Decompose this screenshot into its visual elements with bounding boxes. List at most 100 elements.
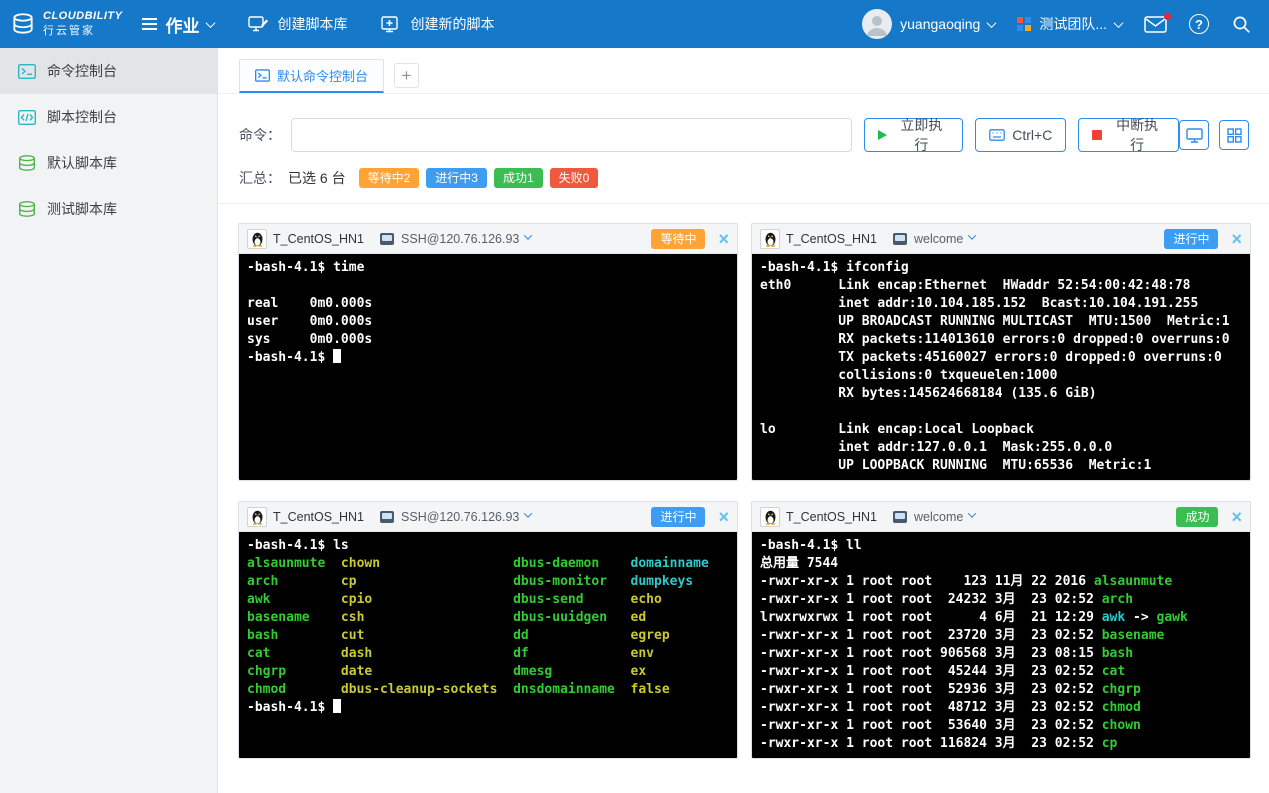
terminal-panel-header: T_CentOS_HN1 SSH@120.76.126.93 等待中 ×	[239, 224, 737, 254]
linux-penguin-icon	[760, 507, 780, 527]
terminal-screen[interactable]: -bash-4.1$ ifconfigeth0 Link encap:Ether…	[752, 254, 1250, 480]
command-console-icon	[18, 64, 36, 79]
linux-penguin-icon	[247, 507, 267, 527]
close-terminal-button[interactable]: ×	[1231, 508, 1242, 526]
search-button[interactable]	[1231, 14, 1251, 34]
session-icon	[892, 232, 908, 246]
main-content: 默认命令控制台 + 命令： 立即执行 Ctrl+C 中断执行	[219, 48, 1269, 793]
sidebar-item-label: 测试脚本库	[47, 199, 117, 219]
logo-subtitle: 行云管家	[43, 22, 122, 38]
status-badge-success: 成功1	[494, 168, 543, 188]
close-terminal-button[interactable]: ×	[718, 508, 729, 526]
chevron-down-icon	[987, 18, 997, 28]
terminal-status-badge: 等待中	[651, 229, 705, 249]
sidebar-item-test-script-library[interactable]: 测试脚本库	[0, 186, 217, 232]
interrupt-button[interactable]: 中断执行	[1078, 118, 1179, 152]
module-label: 作业	[165, 12, 199, 37]
terminal-panel: T_CentOS_HN1 SSH@120.76.126.93 等待中 × -ba…	[238, 223, 738, 481]
session-selector[interactable]: SSH@120.76.126.93	[379, 510, 531, 524]
session-selector[interactable]: welcome	[892, 232, 975, 246]
stop-icon	[1092, 130, 1102, 140]
tab-label: 默认命令控制台	[277, 66, 368, 85]
chevron-down-icon	[968, 231, 976, 239]
terminal-panel: T_CentOS_HN1 SSH@120.76.126.93 进行中 × -ba…	[238, 501, 738, 759]
summary-bar: 汇总： 已选 6 台 等待中2 进行中3 成功1 失败0	[239, 168, 1249, 188]
interrupt-label: 中断执行	[1109, 115, 1165, 155]
session-icon	[892, 510, 908, 524]
session-selector[interactable]: welcome	[892, 510, 975, 524]
team-logo-icon	[1017, 17, 1031, 31]
database-icon	[18, 155, 36, 172]
single-screen-button[interactable]	[1179, 120, 1209, 150]
sidebar-item-label: 脚本控制台	[47, 107, 117, 127]
command-input[interactable]	[291, 118, 852, 152]
tab-default-command-console[interactable]: 默认命令控制台	[239, 59, 384, 93]
create-new-script-button[interactable]: 创建新的脚本	[381, 14, 494, 34]
create-new-script-icon	[381, 15, 402, 34]
terminal-tab-icon	[255, 69, 270, 82]
messages-button[interactable]	[1144, 16, 1167, 33]
sidebar-item-label: 命令控制台	[47, 61, 117, 81]
terminal-panel-header: T_CentOS_HN1 welcome 成功 ×	[752, 502, 1250, 532]
status-badge-fail: 失败0	[550, 168, 599, 188]
user-menu[interactable]: yuangaoqing	[862, 9, 995, 39]
selected-count: 已选 6 台	[288, 168, 346, 188]
close-terminal-button[interactable]: ×	[1231, 230, 1242, 248]
grid-layout-button[interactable]	[1219, 120, 1249, 150]
status-badge-waiting: 等待中2	[359, 168, 420, 188]
host-name: T_CentOS_HN1	[273, 232, 364, 246]
terminal-status-badge: 进行中	[651, 507, 705, 527]
add-tab-button[interactable]: +	[394, 63, 419, 88]
script-console-icon	[18, 110, 36, 125]
create-script-library-button[interactable]: 创建脚本库	[248, 14, 347, 34]
ctrl-c-button[interactable]: Ctrl+C	[975, 118, 1066, 152]
logo-title: CLOUDBILITY	[43, 10, 122, 22]
host-name: T_CentOS_HN1	[273, 510, 364, 524]
notification-dot	[1164, 13, 1171, 20]
host-name: T_CentOS_HN1	[786, 232, 877, 246]
sidebar-item-command-console[interactable]: 命令控制台	[0, 48, 217, 94]
chevron-down-icon	[524, 231, 532, 239]
terminal-panel: T_CentOS_HN1 welcome 进行中 × -bash-4.1$ if…	[751, 223, 1251, 481]
terminal-screen[interactable]: -bash-4.1$ time real 0m0.000suser 0m0.00…	[239, 254, 737, 480]
session-label: SSH@120.76.126.93	[401, 232, 519, 246]
app-logo[interactable]: CLOUDBILITY 行云管家	[10, 10, 122, 38]
terminal-grid: T_CentOS_HN1 SSH@120.76.126.93 等待中 × -ba…	[219, 204, 1269, 759]
search-icon	[1231, 14, 1251, 34]
sidebar-item-label: 默认脚本库	[47, 153, 117, 173]
keyboard-icon	[989, 129, 1005, 141]
topbar: CLOUDBILITY 行云管家 作业 创建脚本库 创建新的脚本	[0, 0, 1269, 48]
terminal-panel-header: T_CentOS_HN1 welcome 进行中 ×	[752, 224, 1250, 254]
run-button[interactable]: 立即执行	[864, 118, 964, 152]
monitor-icon	[1186, 128, 1203, 143]
close-terminal-button[interactable]: ×	[718, 230, 729, 248]
chevron-down-icon	[524, 509, 532, 517]
logo-icon	[10, 11, 36, 37]
terminal-screen[interactable]: -bash-4.1$ lsalsaunmute chown dbus-daemo…	[239, 532, 737, 758]
module-switcher[interactable]: 作业	[142, 12, 214, 37]
team-menu[interactable]: 测试团队...	[1017, 14, 1122, 34]
sidebar: 命令控制台 脚本控制台 默认脚本库 测试脚本库	[0, 48, 218, 793]
database-icon	[18, 201, 36, 218]
linux-penguin-icon	[247, 229, 267, 249]
ctrl-c-label: Ctrl+C	[1012, 127, 1052, 143]
create-new-script-label: 创建新的脚本	[410, 14, 494, 34]
chevron-down-icon	[968, 509, 976, 517]
play-icon	[878, 130, 887, 140]
chevron-down-icon	[206, 18, 216, 28]
help-button[interactable]: ?	[1189, 14, 1209, 34]
help-icon: ?	[1189, 14, 1209, 34]
session-selector[interactable]: SSH@120.76.126.93	[379, 232, 531, 246]
run-button-label: 立即执行	[894, 115, 950, 155]
summary-label: 汇总：	[239, 168, 281, 188]
terminal-panel: T_CentOS_HN1 welcome 成功 × -bash-4.1$ ll总…	[751, 501, 1251, 759]
terminal-screen[interactable]: -bash-4.1$ ll总用量 7544-rwxr-xr-x 1 root r…	[752, 532, 1250, 758]
avatar	[862, 9, 892, 39]
team-name: 测试团队...	[1039, 14, 1107, 34]
create-script-library-icon	[248, 15, 269, 34]
session-icon	[379, 510, 395, 524]
host-name: T_CentOS_HN1	[786, 510, 877, 524]
linux-penguin-icon	[760, 229, 780, 249]
sidebar-item-script-console[interactable]: 脚本控制台	[0, 94, 217, 140]
sidebar-item-default-script-library[interactable]: 默认脚本库	[0, 140, 217, 186]
